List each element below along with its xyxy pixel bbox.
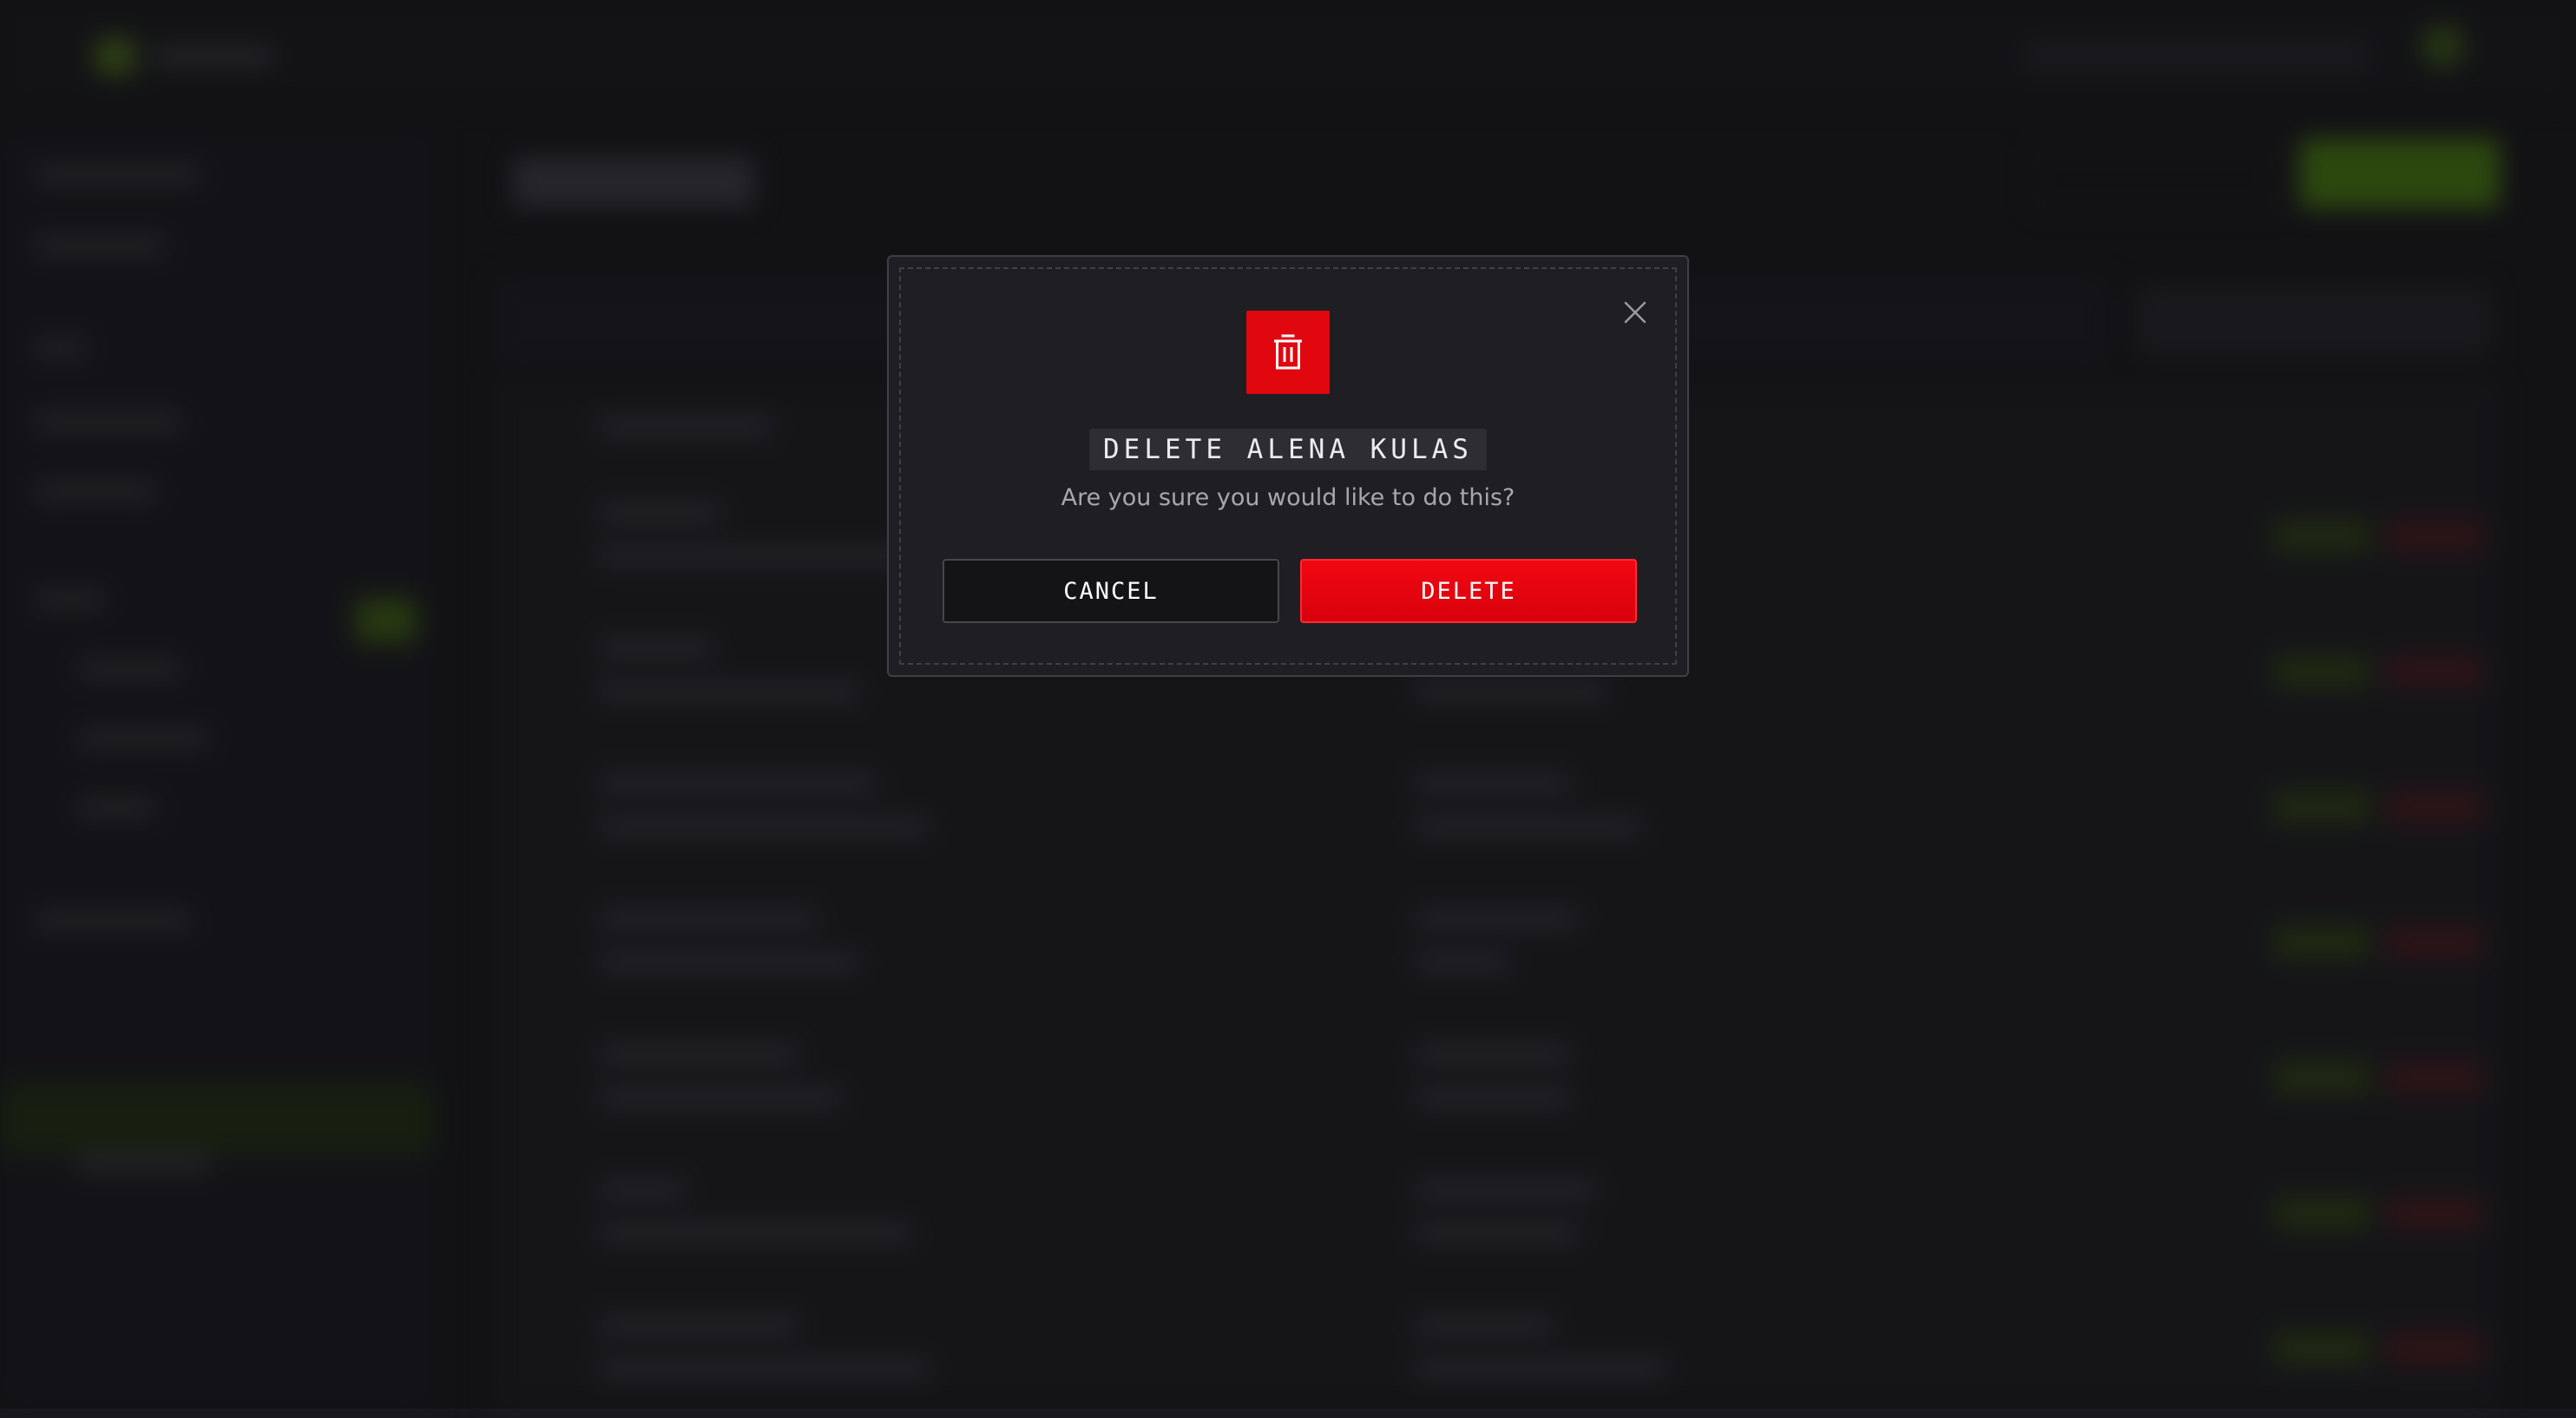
dialog-title: DELETE ALENA KULAS	[1089, 429, 1487, 470]
dialog-message: Are you sure you would like to do this?	[1061, 484, 1515, 511]
delete-confirmation-dialog: DELETE ALENA KULAS Are you sure you woul…	[887, 255, 1689, 677]
cancel-button[interactable]: CANCEL	[943, 559, 1279, 623]
close-icon	[1624, 301, 1646, 324]
delete-button[interactable]: DELETE	[1300, 559, 1637, 623]
close-button[interactable]	[1621, 299, 1649, 326]
modal-overlay[interactable]	[0, 0, 2576, 1408]
danger-icon-tile	[1246, 311, 1330, 394]
trash-icon	[1274, 334, 1302, 370]
